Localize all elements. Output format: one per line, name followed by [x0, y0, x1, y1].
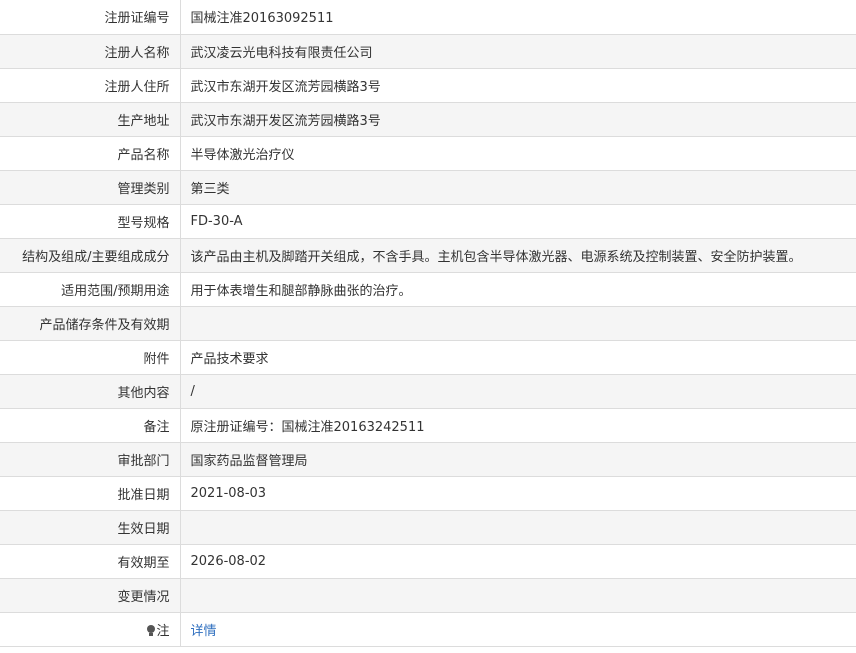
- table-row: 生产地址 武汉市东湖开发区流芳园横路3号: [0, 102, 856, 137]
- row-label: 产品名称: [0, 136, 181, 171]
- registration-record-table: 注册证编号 国械注准20163092511 注册人名称 武汉凌云光电科技有限责任…: [0, 0, 856, 647]
- row-value: /: [180, 374, 856, 409]
- row-label: 审批部门: [0, 442, 181, 477]
- table-row: 管理类别 第三类: [0, 170, 856, 205]
- table-row: 备注 原注册证编号：国械注准20163242511: [0, 408, 856, 443]
- row-label: 管理类别: [0, 170, 181, 205]
- table-row: 变更情况: [0, 578, 856, 613]
- table-row: 附件 产品技术要求: [0, 340, 856, 375]
- note-label: 注: [156, 623, 170, 639]
- row-label: 注册人名称: [0, 34, 181, 69]
- row-value: FD-30-A: [180, 204, 856, 239]
- table-row: 结构及组成/主要组成成分 该产品由主机及脚踏开关组成，不含手具。主机包含半导体激…: [0, 238, 856, 273]
- row-label: 生效日期: [0, 510, 181, 545]
- row-value: 2021-08-03: [180, 476, 856, 511]
- row-label: 结构及组成/主要组成成分: [0, 238, 181, 273]
- row-value: 武汉凌云光电科技有限责任公司: [180, 34, 856, 69]
- table-row: 注册人名称 武汉凌云光电科技有限责任公司: [0, 34, 856, 69]
- row-label: 注册人住所: [0, 68, 181, 103]
- table-row: 有效期至 2026-08-02: [0, 544, 856, 579]
- row-label: 注册证编号: [0, 0, 181, 35]
- table-row: 注册证编号 国械注准20163092511: [0, 0, 856, 35]
- row-label: 型号规格: [0, 204, 181, 239]
- row-label: 批准日期: [0, 476, 181, 511]
- row-value: 武汉市东湖开发区流芳园横路3号: [180, 102, 856, 137]
- row-value: 2026-08-02: [180, 544, 856, 579]
- row-label: 其他内容: [0, 374, 181, 409]
- row-value: [180, 306, 856, 341]
- row-value: 产品技术要求: [180, 340, 856, 375]
- table-row: 其他内容 /: [0, 374, 856, 409]
- note-value-cell: 详情: [180, 612, 856, 647]
- table-row: 注册人住所 武汉市东湖开发区流芳园横路3号: [0, 68, 856, 103]
- row-value: 半导体激光治疗仪: [180, 136, 856, 171]
- row-label: 有效期至: [0, 544, 181, 579]
- table-row: 批准日期 2021-08-03: [0, 476, 856, 511]
- table-row: 产品储存条件及有效期: [0, 306, 856, 341]
- row-label: 变更情况: [0, 578, 181, 613]
- note-row: 注 详情: [0, 612, 856, 647]
- table-row: 生效日期: [0, 510, 856, 545]
- row-value: [180, 578, 856, 613]
- lightbulb-icon: [147, 624, 156, 636]
- row-value: 武汉市东湖开发区流芳园横路3号: [180, 68, 856, 103]
- table-row: 型号规格 FD-30-A: [0, 204, 856, 239]
- row-value: [180, 510, 856, 545]
- row-label: 产品储存条件及有效期: [0, 306, 181, 341]
- row-value: 第三类: [180, 170, 856, 205]
- row-label: 生产地址: [0, 102, 181, 137]
- row-value: 国械注准20163092511: [180, 0, 856, 35]
- row-value: 用于体表增生和腿部静脉曲张的治疗。: [180, 272, 856, 307]
- row-value: 国家药品监督管理局: [180, 442, 856, 477]
- row-label: 适用范围/预期用途: [0, 272, 181, 307]
- table-row: 审批部门 国家药品监督管理局: [0, 442, 856, 477]
- details-link[interactable]: 详情: [191, 624, 217, 639]
- row-label: 附件: [0, 340, 181, 375]
- row-value: 该产品由主机及脚踏开关组成，不含手具。主机包含半导体激光器、电源系统及控制装置、…: [180, 238, 856, 273]
- row-label: 备注: [0, 408, 181, 443]
- table-row: 产品名称 半导体激光治疗仪: [0, 136, 856, 171]
- note-label-cell: 注: [0, 612, 181, 647]
- table-row: 适用范围/预期用途 用于体表增生和腿部静脉曲张的治疗。: [0, 272, 856, 307]
- row-value: 原注册证编号：国械注准20163242511: [180, 408, 856, 443]
